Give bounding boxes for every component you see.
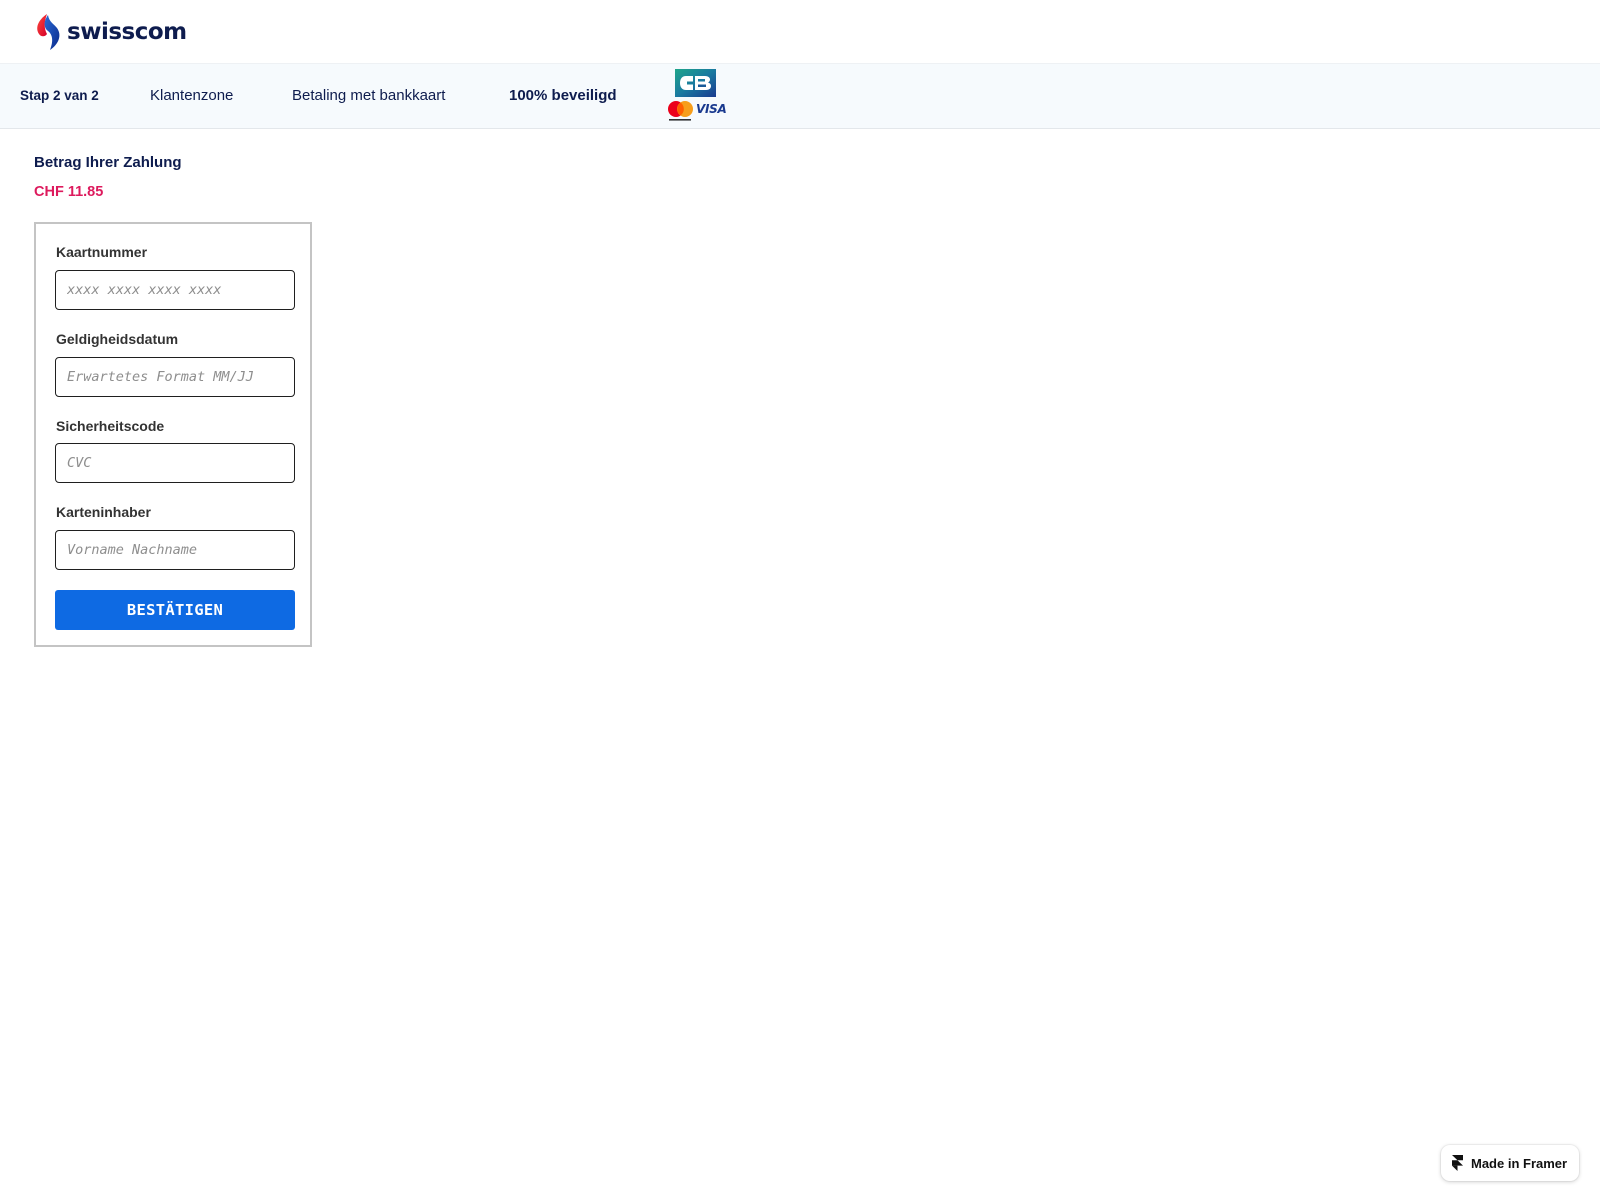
- step-navbar: Stap 2 van 2 Klantenzone Betaling met ba…: [0, 63, 1600, 129]
- payment-amount-value: CHF 11.85: [34, 184, 104, 200]
- visa-logo: VISA: [696, 102, 727, 116]
- nav-card-payment: Betaling met bankkaart: [292, 87, 446, 104]
- card-number-label: Kaartnummer: [56, 244, 148, 260]
- swisscom-logo-icon: [37, 14, 60, 50]
- mastercard-icon: [668, 101, 693, 121]
- secure-badge: 100% beveiligd: [509, 87, 617, 104]
- swisscom-logo[interactable]: swisscom: [33, 13, 187, 51]
- card-holder-input[interactable]: [55, 530, 295, 570]
- framer-icon: [1452, 1155, 1463, 1171]
- card-payment-form: Kaartnummer Geldigheidsdatum Sicherheits…: [34, 222, 312, 647]
- card-holder-label: Karteninhaber: [56, 504, 151, 520]
- header: swisscom: [0, 0, 1600, 64]
- payment-amount-label: Betrag Ihrer Zahlung: [34, 154, 182, 171]
- card-number-input[interactable]: [55, 270, 295, 310]
- card-brand-logos: VISA: [667, 69, 727, 125]
- security-code-input[interactable]: [55, 443, 295, 483]
- swisscom-wordmark: swisscom: [67, 19, 187, 45]
- confirm-button[interactable]: BESTÄTIGEN: [55, 590, 295, 630]
- security-code-label: Sicherheitscode: [56, 418, 165, 434]
- made-in-framer-text: Made in Framer: [1471, 1155, 1568, 1171]
- cb-logo-icon: [675, 69, 716, 97]
- step-indicator: Stap 2 van 2: [20, 88, 99, 103]
- nav-customer-zone[interactable]: Klantenzone: [150, 64, 233, 128]
- made-in-framer-badge[interactable]: Made in Framer: [1441, 1145, 1579, 1181]
- expiry-date-input[interactable]: [55, 357, 295, 397]
- expiry-date-label: Geldigheidsdatum: [56, 331, 179, 347]
